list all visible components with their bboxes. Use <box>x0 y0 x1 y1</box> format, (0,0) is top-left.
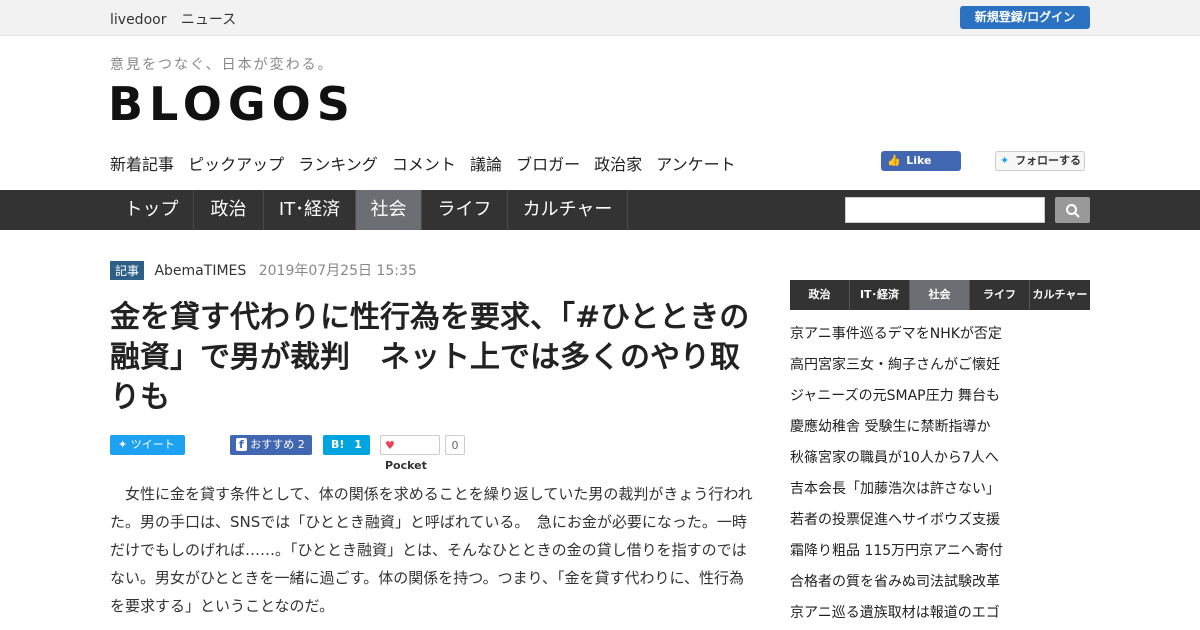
subnav-pickup[interactable]: ピックアップ <box>188 155 284 174</box>
twitter-bird-icon: ✦ <box>118 438 128 451</box>
livedoor-label: livedoor <box>110 12 167 28</box>
signup-login-button[interactable]: 新規登録/ログイン <box>960 6 1090 29</box>
sidebar-category-tabs: 政治 IT･経済 社会 ライフ カルチャー <box>790 280 1090 310</box>
sidebar-tab-society[interactable]: 社会 <box>910 280 970 310</box>
hatena-count: 1 <box>354 438 362 451</box>
facebook-icon: f <box>236 438 247 451</box>
fb-like-label: Like <box>906 154 932 167</box>
facebook-like-button[interactable]: 👍 Like 132K <box>881 151 961 187</box>
sidebar-tab-culture[interactable]: カルチャー <box>1030 280 1090 310</box>
list-item[interactable]: 京アニ事件巡るデマをNHKが否定 <box>790 320 1090 351</box>
sidebar-ranking-list: 京アニ事件巡るデマをNHKが否定 高円宮家三女・絢子さんがご懐妊 ジャニーズの元… <box>790 320 1090 630</box>
hatena-label: B! <box>331 438 345 451</box>
list-item[interactable]: 吉本会長「加藤浩次は許さない」 <box>790 475 1090 506</box>
sidebar-tab-it-economy[interactable]: IT･経済 <box>850 280 910 310</box>
sidebar-tab-politics[interactable]: 政治 <box>790 280 850 310</box>
pocket-label: Pocket <box>385 459 427 472</box>
twitter-bird-icon: ✦ <box>1000 154 1010 167</box>
site-logo[interactable]: BLOGOS <box>108 78 356 130</box>
list-item[interactable]: 慶應幼稚舎 受験生に禁断指導か <box>790 413 1090 444</box>
fb-share-label: おすすめ <box>250 438 295 451</box>
subnav-discussion[interactable]: 議論 <box>470 155 502 174</box>
fb-share-count: 2 <box>297 438 305 451</box>
sidebar-tab-life[interactable]: ライフ <box>970 280 1030 310</box>
article-badge: 記事 <box>110 261 145 280</box>
news-label: ニュース <box>180 12 237 28</box>
pocket-count: 0 <box>445 435 465 455</box>
article-title: 金を貸す代わりに性行為を要求、「#ひとときの融資」で男が裁判 ネット上では多くの… <box>110 300 750 415</box>
nav-top[interactable]: トップ <box>110 190 194 230</box>
search-button[interactable] <box>1055 197 1090 223</box>
list-item[interactable]: 京アニ巡る遺族取材は報道のエゴ <box>790 599 1090 630</box>
subnav-survey[interactable]: アンケート <box>656 155 735 174</box>
tweet-label: ツイート <box>130 438 175 451</box>
article-meta: 記事 AbemaTIMES 2019年07月25日 15:35 <box>110 260 417 280</box>
tw-follow-label: フォローする <box>1015 154 1082 167</box>
livedoor-news-brand[interactable]: livedoor ニュース <box>110 9 246 29</box>
thumbs-up-icon: 👍 <box>887 154 901 167</box>
hatena-bookmark-button[interactable]: B! 1 <box>323 435 370 455</box>
twitter-follow-button[interactable]: ✦ フォローする <box>995 151 1085 171</box>
top-bar: livedoor ニュース 新規登録/ログイン <box>0 0 1200 36</box>
fb-like-count: 132K <box>887 174 916 187</box>
site-tagline: 意見をつなぐ、日本が変わる。 <box>110 57 334 73</box>
subnav-comments[interactable]: コメント <box>392 155 456 174</box>
list-item[interactable]: 秋篠宮家の職員が10人から7人へ <box>790 444 1090 475</box>
nav-society[interactable]: 社会 <box>356 190 422 230</box>
subnav-new-articles[interactable]: 新着記事 <box>110 155 174 174</box>
list-item[interactable]: ジャニーズの元SMAP圧力 舞台も <box>790 382 1090 413</box>
nav-life[interactable]: ライフ <box>422 190 508 230</box>
list-item[interactable]: 高円宮家三女・絢子さんがご懐妊 <box>790 351 1090 382</box>
pocket-icon: ♥ <box>385 439 395 452</box>
search-icon <box>1065 203 1080 218</box>
article-body: 女性に金を貸す条件として、体の関係を求めることを繰り返していた男の裁判がきょう行… <box>110 485 753 615</box>
subnav-ranking[interactable]: ランキング <box>298 155 378 174</box>
facebook-share-button[interactable]: f おすすめ 2 <box>230 435 312 455</box>
subnav-politicians[interactable]: 政治家 <box>594 155 642 174</box>
pocket-button[interactable]: ♥ Pocket <box>380 435 440 472</box>
list-item[interactable]: 若者の投票促進へサイボウズ支援 <box>790 506 1090 537</box>
list-item[interactable]: 霜降り粗品 115万円京アニへ寄付 <box>790 537 1090 568</box>
article-author[interactable]: AbemaTIMES <box>154 263 246 279</box>
subnav-bloggers[interactable]: ブロガー <box>516 155 580 174</box>
sub-navigation: 新着記事 ピックアップ ランキング コメント 議論 ブロガー 政治家 アンケート <box>110 151 745 175</box>
nav-politics[interactable]: 政治 <box>194 190 264 230</box>
nav-it-economy[interactable]: IT･経済 <box>264 190 356 230</box>
article-date: 2019年07月25日 15:35 <box>258 263 417 279</box>
list-item[interactable]: 合格者の質を省みぬ司法試験改革 <box>790 568 1090 599</box>
search-input[interactable] <box>845 197 1045 223</box>
tweet-button[interactable]: ✦ ツイート <box>110 435 185 455</box>
nav-culture[interactable]: カルチャー <box>508 190 628 230</box>
